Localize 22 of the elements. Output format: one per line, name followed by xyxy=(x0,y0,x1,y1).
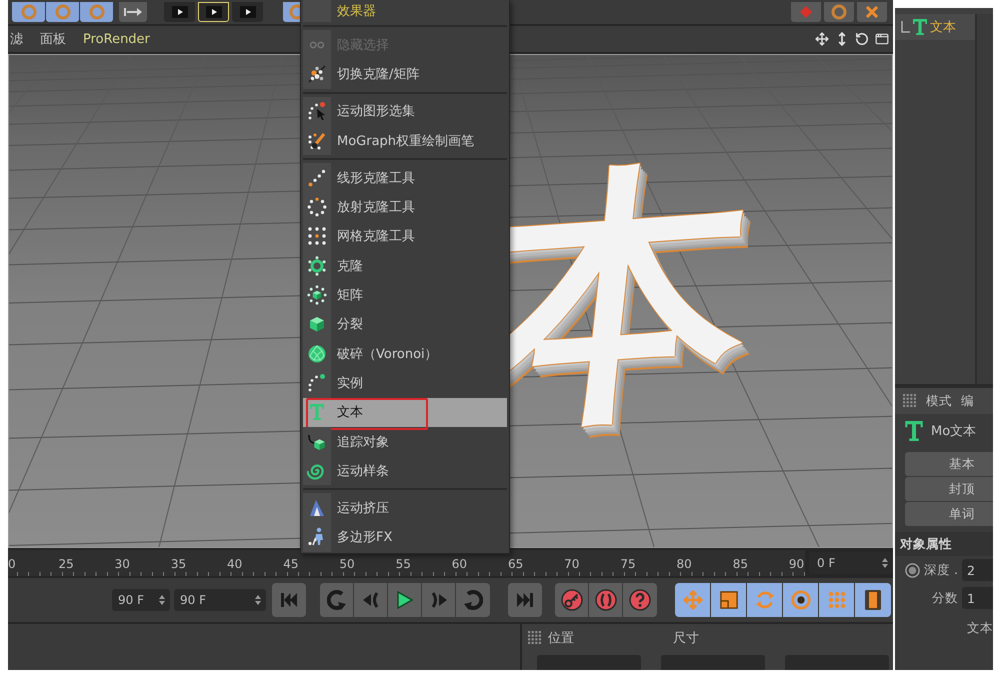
column-label: 位置 xyxy=(548,630,574,647)
frame-number: 40 xyxy=(227,557,242,571)
frame-number: 35 xyxy=(170,557,186,571)
frame-number: 30 xyxy=(114,557,130,571)
frame-number: 45 xyxy=(283,557,298,571)
frame-number: 25 xyxy=(58,557,74,571)
field-label: 深度 . xyxy=(923,562,959,578)
field-label: 分数 xyxy=(931,590,959,606)
frame-number: 80 xyxy=(676,557,692,571)
field-label: 文本 xyxy=(967,620,993,637)
frame-number: 55 xyxy=(396,557,411,571)
column-label: 尺寸 xyxy=(673,630,699,647)
object-name: Mo文本 xyxy=(931,423,976,440)
frame-number: 0 xyxy=(8,557,16,571)
frame-number: 85 xyxy=(732,557,748,571)
frame-number: 90 xyxy=(788,557,804,571)
frame-number: 50 xyxy=(339,557,355,571)
frame-number: 70 xyxy=(564,557,580,571)
section-title: 对象属性 xyxy=(895,532,993,556)
frame-number: 60 xyxy=(452,557,468,571)
frame-number: 75 xyxy=(620,557,636,571)
frame-number: 65 xyxy=(508,557,524,571)
